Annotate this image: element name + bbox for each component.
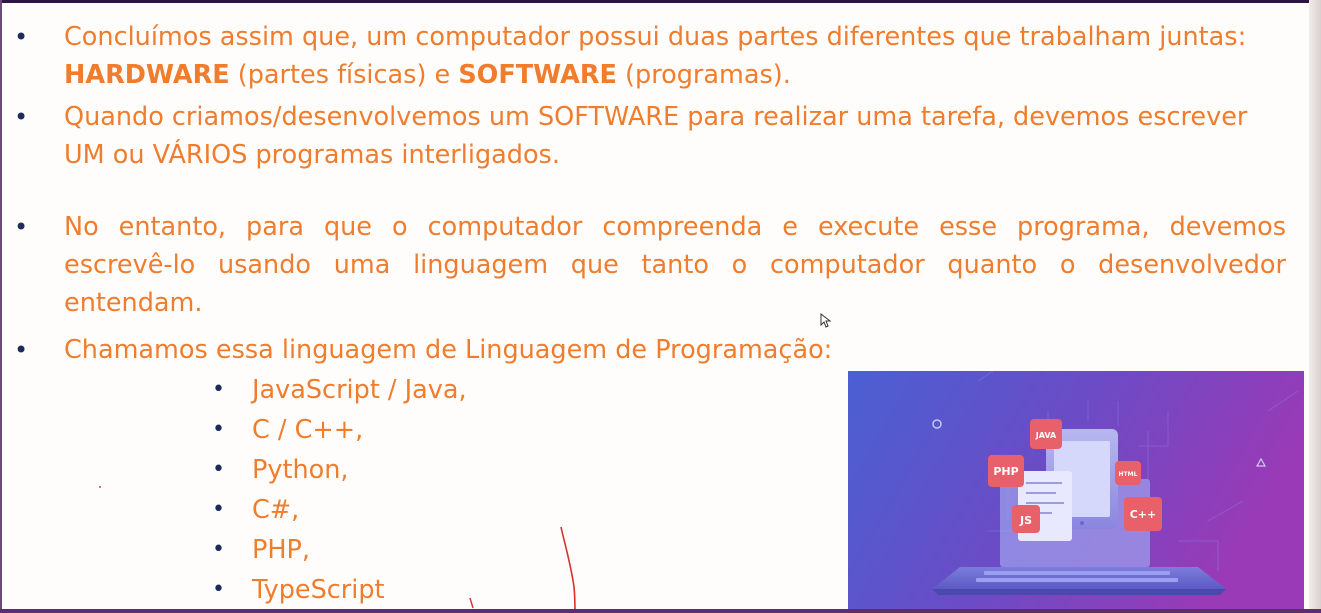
pen-annotation-tick [469,597,474,609]
sub-bullet-marker: • [212,497,225,522]
language-name: TypeScript [252,575,385,605]
language-name: PHP, [252,535,311,565]
cpp-tag-label: C++ [1130,508,1157,521]
language-name: Python, [252,455,349,485]
java-tag: JAVA [1030,419,1062,449]
cpp-tag: C++ [1124,497,1162,531]
sub-bullet-marker: • [212,377,225,402]
sub-bullet-marker: • [212,537,225,562]
mouse-pointer-icon [820,313,832,328]
programming-illustration: JAVA PHP HTML JS C++ [848,371,1304,609]
annotation-dot [99,486,101,488]
bullet-marker: • [14,213,29,241]
php-tag-label: PHP [993,465,1018,478]
js-tag-label: JS [1019,514,1032,527]
window-top-border [0,0,1321,3]
language-name: JavaScript / Java, [252,375,467,405]
sub-bullet-marker: • [212,577,225,602]
bullet-3-text: No entanto, para que o computador compre… [64,212,1286,318]
laptop-code-illustration: JAVA PHP HTML JS C++ [848,371,1304,609]
software-description: (programas). [616,60,791,90]
html-tag-label: HTML [1119,471,1138,478]
php-tag: PHP [988,455,1024,487]
bullet-1-line-1: Concluímos assim que, um computador poss… [64,22,1247,52]
slide-edge-strip [1309,0,1321,613]
bullet-1-line-2: HARDWARE (partes físicas) e SOFTWARE (pr… [64,56,791,94]
bullet-2-line-2: UM ou VÁRIOS programas interligados. [64,140,560,170]
bullet-marker: • [14,336,29,364]
html-tag: HTML [1115,461,1141,485]
bullet-4-text: Chamamos essa linguagem de Linguagem de … [64,335,833,365]
js-tag: JS [1012,505,1040,533]
window-left-border [0,0,2,613]
bullet-marker: • [14,103,29,131]
language-name: C#, [252,495,300,525]
hardware-term: HARDWARE [64,60,230,90]
java-tag-label: JAVA [1035,431,1057,440]
pen-annotation-stroke [560,526,576,613]
sub-bullet-marker: • [212,417,225,442]
language-name: C / C++, [252,415,364,445]
software-term: SOFTWARE [458,60,617,90]
bullet-marker: • [14,23,29,51]
window-bottom-border [0,609,1321,613]
bullet-2-line-1: Quando criamos/desenvolvemos um SOFTWARE… [64,102,1248,132]
sub-bullet-marker: • [212,457,225,482]
hardware-description: (partes físicas) e [229,60,459,90]
